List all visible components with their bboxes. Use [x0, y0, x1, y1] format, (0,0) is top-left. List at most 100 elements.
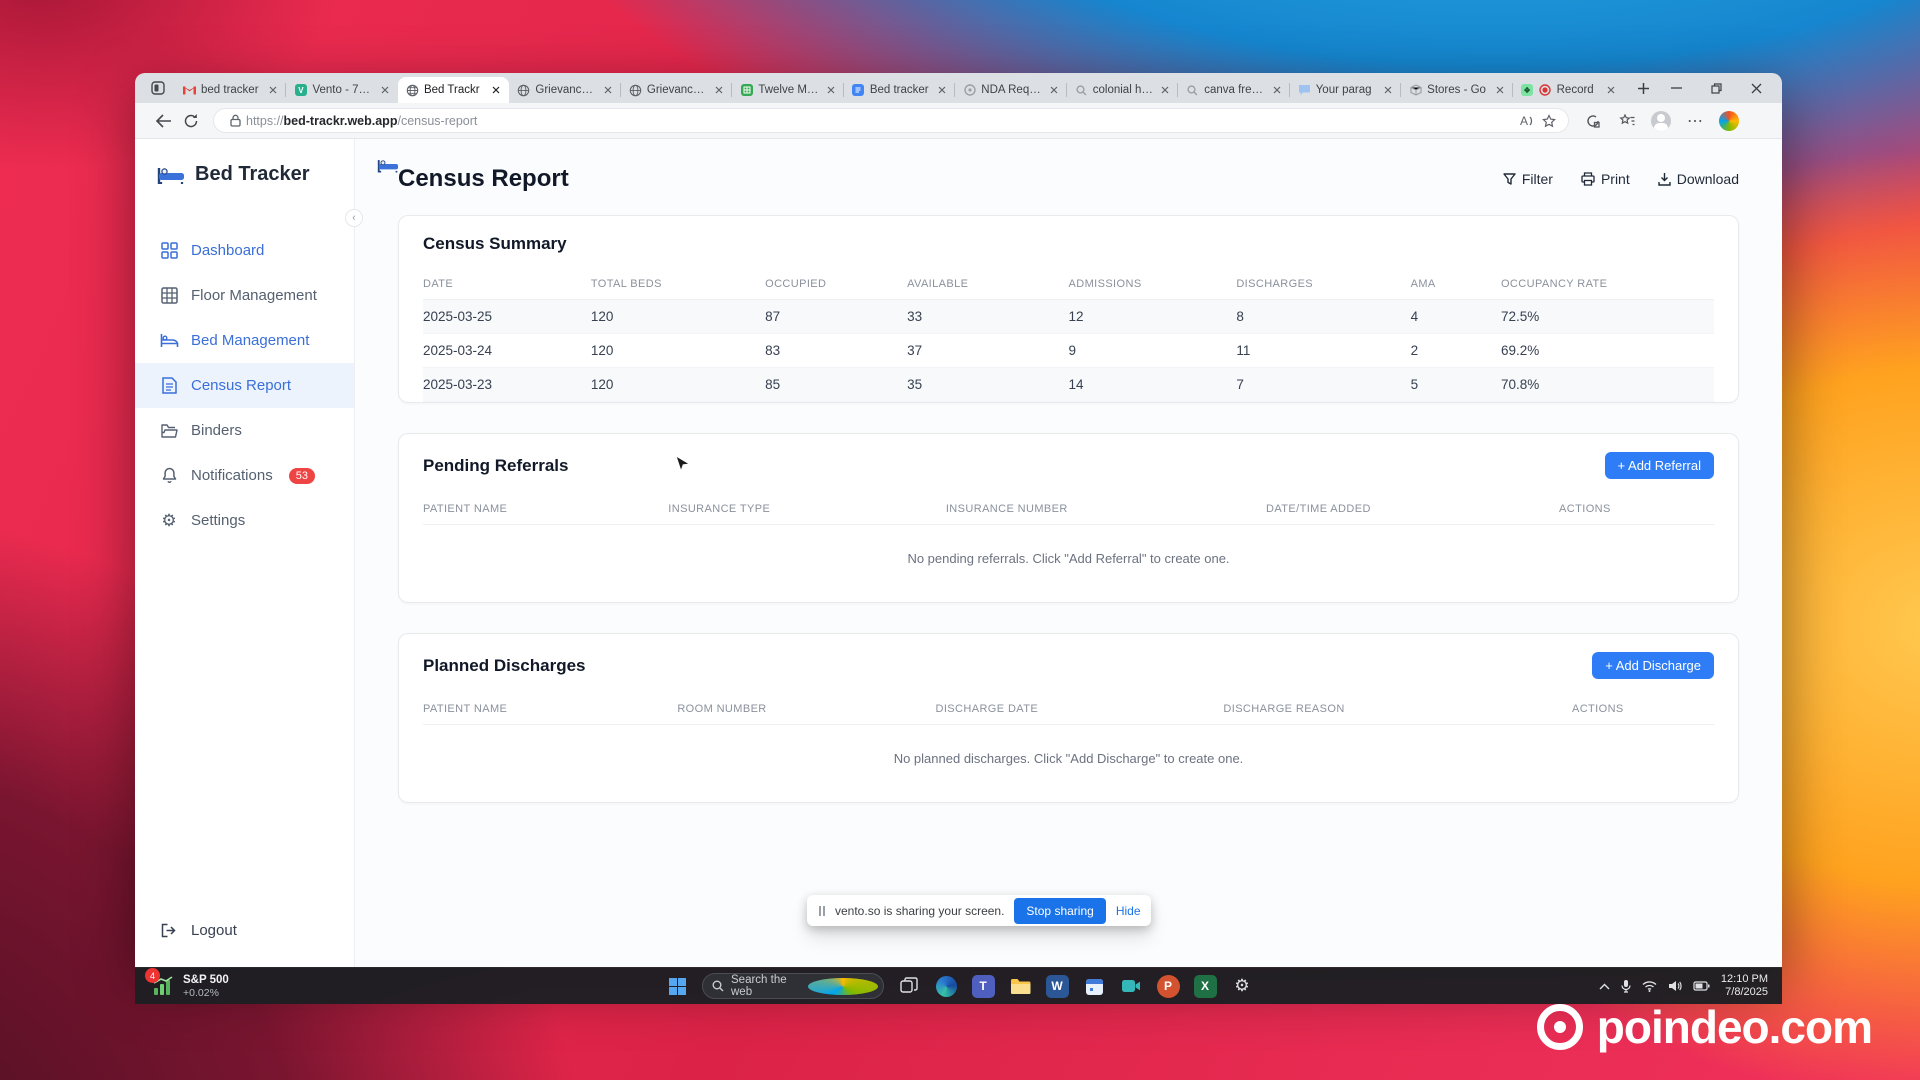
main-panel: Census Report Filter Print Download Cens… — [355, 139, 1782, 967]
refresh-icon[interactable] — [177, 107, 205, 135]
taskbar-clock[interactable]: 12:10 PM 7/8/2025 — [1721, 973, 1768, 999]
hide-link[interactable]: Hide — [1116, 904, 1141, 918]
print-button[interactable]: Print — [1581, 171, 1630, 187]
gmail-icon — [183, 84, 196, 97]
new-tab-icon[interactable] — [1630, 75, 1656, 101]
tab-close-icon[interactable] — [1604, 83, 1618, 97]
tab-title: Stores - Go — [1427, 84, 1486, 96]
more-menu-icon[interactable]: ⋯ — [1681, 107, 1709, 135]
calendar-icon[interactable] — [1082, 974, 1106, 998]
browser-tab[interactable]: Stores - Go — [1400, 77, 1512, 103]
tray-chevron-icon[interactable] — [1599, 983, 1610, 990]
filter-button[interactable]: Filter — [1503, 171, 1553, 187]
profile-avatar[interactable] — [1647, 107, 1675, 135]
table-row[interactable]: 2025-03-25 120 87 33 12 8 4 72.5% — [423, 299, 1714, 334]
browser-tab[interactable]: ❖ Record — [1511, 77, 1624, 103]
address-bar[interactable]: https://bed-trackr.web.app/census-report… — [213, 108, 1569, 133]
read-aloud-icon[interactable]: A — [1516, 111, 1538, 131]
taskbar: 4 S&P 500 +0.02% Search the web T W P X … — [135, 967, 1782, 1004]
planned-discharges-card: Planned Discharges + Add Discharge PATIE… — [398, 633, 1739, 803]
wifi-icon[interactable] — [1642, 980, 1657, 992]
browser-tab[interactable]: colonial hea — [1065, 77, 1178, 103]
tab-close-icon[interactable] — [1493, 83, 1507, 97]
browser-tab[interactable]: NDA Reque — [954, 77, 1066, 103]
download-button[interactable]: Download — [1658, 171, 1739, 187]
edge-icon[interactable] — [934, 974, 958, 998]
census-summary-table: DATE TOTAL BEDS OCCUPIED AVAILABLE ADMIS… — [423, 268, 1714, 402]
split-screen-icon[interactable] — [1579, 107, 1607, 135]
add-referral-button[interactable]: + Add Referral — [1604, 452, 1714, 479]
sidebar-item-label: Dashboard — [191, 242, 265, 259]
copilot-icon[interactable] — [1715, 107, 1743, 135]
sidebar-item-settings[interactable]: ⚙ Settings — [135, 498, 354, 543]
browser-tab[interactable]: Grievance F — [509, 77, 620, 103]
tab-close-icon[interactable] — [712, 83, 726, 97]
battery-icon[interactable] — [1693, 981, 1710, 991]
browser-tab[interactable]: Twelve Mon — [731, 77, 843, 103]
browser-window: bed tracker V Vento - 7 Ju Bed Trackr Gr… — [135, 73, 1782, 967]
browser-tab[interactable]: Grievance F — [619, 77, 732, 103]
cell: 120 — [590, 367, 766, 402]
browser-tab[interactable]: V Vento - 7 Ju — [285, 77, 397, 103]
sidebar-item-binders[interactable]: Binders — [135, 408, 354, 453]
sidebar-item-census-report[interactable]: Census Report — [135, 363, 354, 408]
add-discharge-button[interactable]: + Add Discharge — [1592, 652, 1714, 679]
pause-icon[interactable] — [819, 905, 825, 916]
speaker-icon[interactable] — [1668, 980, 1682, 992]
taskbar-search[interactable]: Search the web — [702, 973, 884, 999]
tab-close-icon[interactable] — [1047, 83, 1061, 97]
tab-close-icon[interactable] — [378, 83, 392, 97]
sidebar-item-dashboard[interactable]: Dashboard — [135, 228, 354, 273]
stock-chart-icon: 4 — [145, 968, 175, 998]
restore-icon[interactable] — [1696, 73, 1736, 103]
record-icon — [1539, 84, 1552, 97]
tab-close-icon[interactable] — [489, 83, 503, 97]
pending-referrals-table: PATIENT NAME INSURANCE TYPE INSURANCE NU… — [423, 493, 1714, 525]
taskview-icon[interactable] — [897, 974, 921, 998]
cell: 83 — [765, 333, 908, 368]
tab-close-icon[interactable] — [601, 83, 615, 97]
stock-widget[interactable]: 4 S&P 500 +0.02% — [135, 968, 385, 999]
browser-tab[interactable]: canva free a — [1177, 77, 1289, 103]
tab-close-icon[interactable] — [1381, 83, 1395, 97]
census-summary-card: Census Summary DATE TOTAL BEDS OCCUPIED … — [398, 215, 1739, 403]
microphone-icon[interactable] — [1621, 979, 1631, 993]
col-header: ADMISSIONS — [1068, 268, 1237, 300]
sidebar-item-notifications[interactable]: Notifications 53 — [135, 453, 354, 498]
stop-sharing-button[interactable]: Stop sharing — [1014, 897, 1106, 924]
favorite-star-icon[interactable] — [1538, 111, 1560, 131]
file-explorer-icon[interactable] — [1008, 974, 1032, 998]
col-header: OCCUPANCY RATE — [1500, 268, 1714, 300]
sidebar-collapse-icon[interactable]: ‹ — [345, 209, 363, 227]
back-icon[interactable] — [149, 107, 177, 135]
tab-close-icon[interactable] — [1158, 83, 1172, 97]
bing-icon — [808, 977, 878, 995]
tab-close-icon[interactable] — [824, 83, 838, 97]
search-placeholder: Search the web — [731, 974, 787, 998]
tab-title: Grievance F — [646, 84, 708, 96]
start-button[interactable] — [665, 974, 689, 998]
browser-tab-active[interactable]: Bed Trackr — [397, 77, 510, 103]
table-row[interactable]: 2025-03-23 120 85 35 14 7 5 70.8% — [423, 367, 1714, 402]
camera-icon[interactable] — [1119, 974, 1143, 998]
close-window-icon[interactable] — [1736, 73, 1776, 103]
tab-close-icon[interactable] — [1270, 83, 1284, 97]
table-row[interactable]: 2025-03-24 120 83 37 9 11 2 69.2% — [423, 333, 1714, 368]
settings-gear-icon[interactable]: ⚙ — [1230, 974, 1254, 998]
tab-close-icon[interactable] — [266, 83, 280, 97]
col-header: ROOM NUMBER — [677, 693, 936, 725]
excel-icon[interactable]: X — [1193, 974, 1217, 998]
browser-tab[interactable]: bed tracker — [175, 77, 286, 103]
powerpoint-icon[interactable]: P — [1156, 974, 1180, 998]
teams-icon[interactable]: T — [971, 974, 995, 998]
sidebar-item-floor-management[interactable]: Floor Management — [135, 273, 354, 318]
logout-button[interactable]: Logout — [135, 922, 354, 939]
sidebar-item-bed-management[interactable]: Bed Management — [135, 318, 354, 363]
minimize-icon[interactable] — [1656, 73, 1696, 103]
tab-search-icon[interactable] — [145, 76, 171, 100]
browser-tab[interactable]: Bed tracker — [842, 77, 955, 103]
tab-close-icon[interactable] — [935, 83, 949, 97]
browser-tab[interactable]: Your parag — [1288, 77, 1401, 103]
favorites-bar-icon[interactable] — [1613, 107, 1641, 135]
word-icon[interactable]: W — [1045, 974, 1069, 998]
